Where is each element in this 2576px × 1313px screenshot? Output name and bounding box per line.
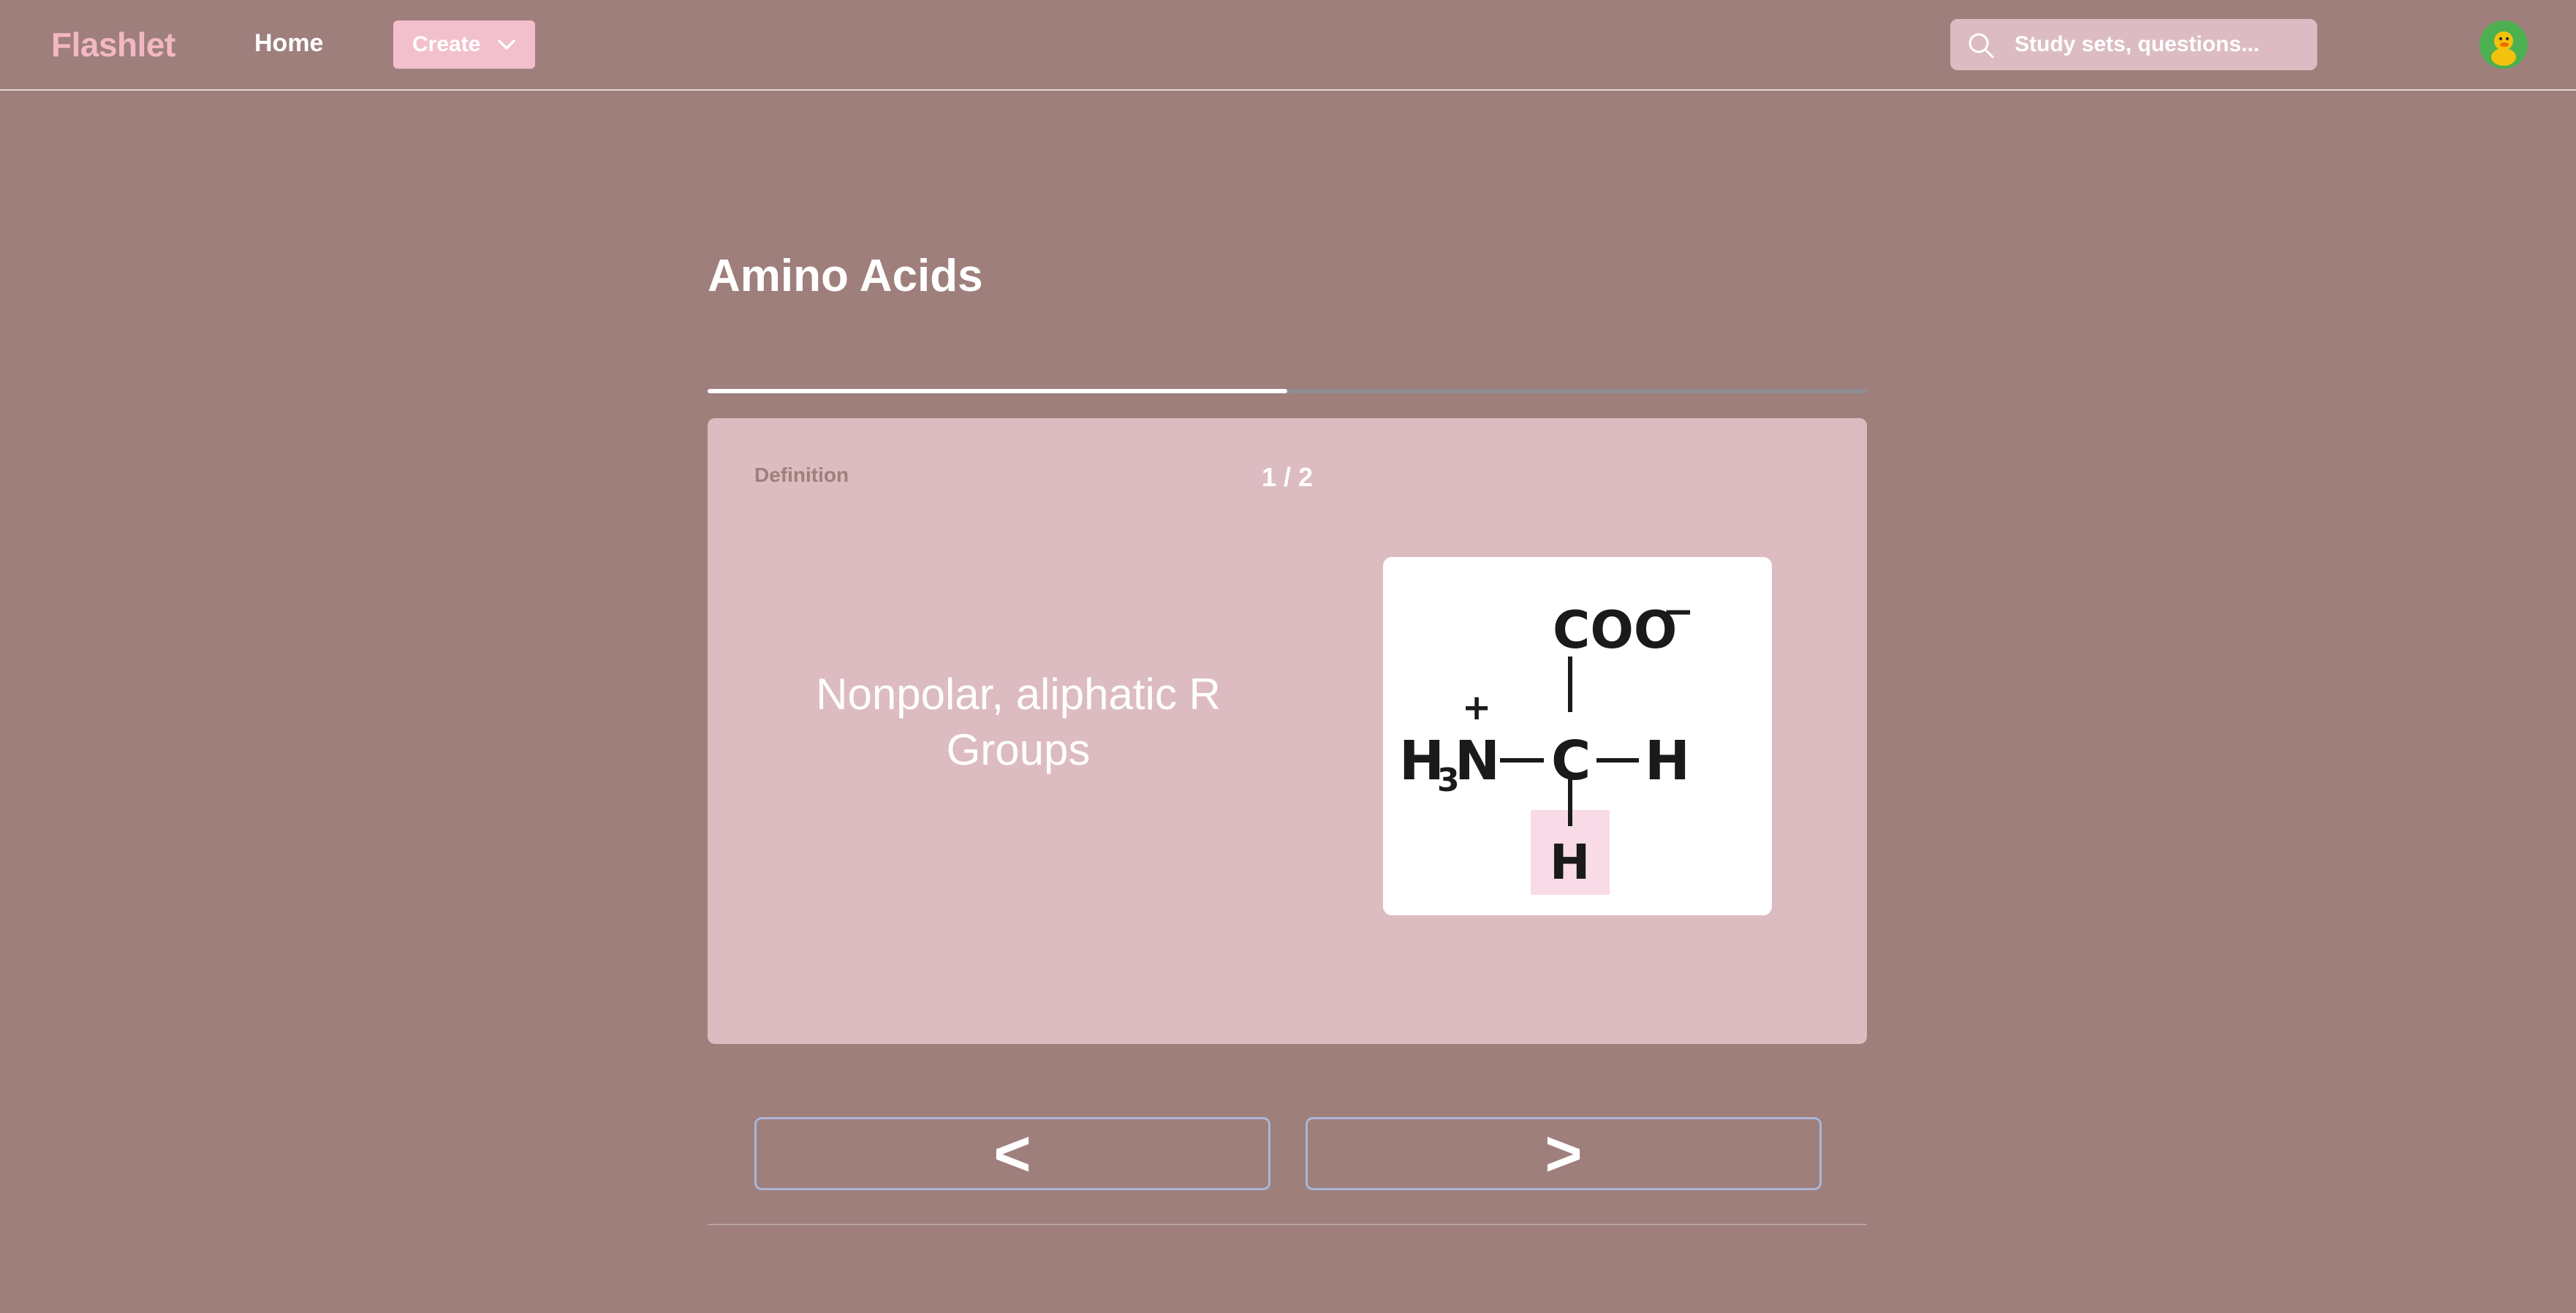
- top-navigation-bar: Flashlet Home Create: [0, 0, 2576, 91]
- previous-card-button[interactable]: <: [754, 1117, 1270, 1190]
- nav-home-link[interactable]: Home: [254, 29, 323, 58]
- user-avatar[interactable]: [2480, 20, 2528, 69]
- progress-bar: [708, 389, 1867, 393]
- search-icon: [1969, 33, 1994, 58]
- search-bar[interactable]: [1950, 19, 2317, 70]
- create-dropdown-button[interactable]: Create: [393, 20, 535, 69]
- amino-acid-structure-image: COO − H 3 N + C H H: [1383, 557, 1772, 915]
- study-set-title: Amino Acids: [708, 251, 983, 301]
- create-button-label: Create: [412, 32, 481, 56]
- duck-avatar-icon: [2480, 20, 2528, 69]
- progress-bar-fill: [708, 389, 1287, 393]
- brand-logo[interactable]: Flashlet: [51, 25, 175, 64]
- card-definition-text: Nonpolar, aliphatic R Groups: [816, 670, 1221, 774]
- search-input[interactable]: [2015, 28, 2307, 61]
- card-counter: 1 / 2: [1261, 462, 1314, 492]
- structure-left-charge: +: [1462, 687, 1491, 728]
- structure-top-group: COO: [1553, 600, 1677, 660]
- structure-left-atom: N: [1455, 730, 1500, 792]
- flashcard[interactable]: Definition 1 / 2 Nonpolar, aliphatic R G…: [708, 418, 1867, 1044]
- divider: [708, 1224, 1867, 1225]
- structure-bottom-atom: H: [1550, 834, 1590, 890]
- structure-right-atom: H: [1645, 730, 1690, 792]
- next-card-button[interactable]: >: [1306, 1117, 1822, 1190]
- structure-top-charge: −: [1662, 590, 1694, 634]
- chevron-down-icon: [498, 39, 515, 50]
